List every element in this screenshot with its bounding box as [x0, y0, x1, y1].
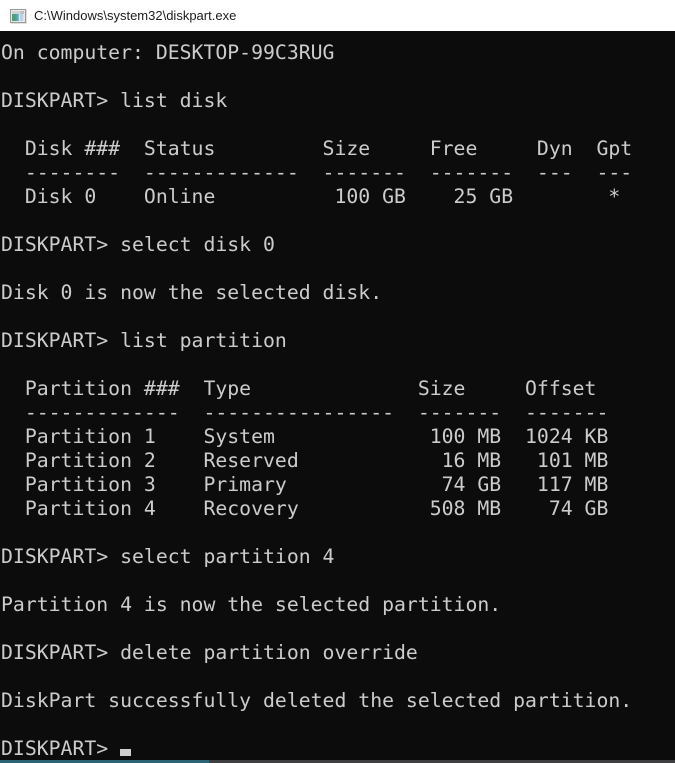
terminal-line [1, 257, 675, 281]
terminal-line: DISKPART> list partition [1, 329, 675, 353]
terminal-line: Partition 4 is now the selected partitio… [1, 593, 675, 617]
terminal-line: Partition 1 System 100 MB 1024 KB [1, 425, 675, 449]
terminal-line: -------- ------------- ------- ------- -… [1, 161, 675, 185]
console-window: C:\Windows\system32\diskpart.exe On comp… [0, 0, 675, 763]
terminal-line: DISKPART> select disk 0 [1, 233, 675, 257]
terminal-line [1, 521, 675, 545]
icon-body [12, 14, 24, 21]
terminal-line: Partition ### Type Size Offset [1, 377, 675, 401]
terminal-line: Partition 3 Primary 74 GB 117 MB [1, 473, 675, 497]
terminal-line: DISKPART> list disk [1, 89, 675, 113]
console-window-icon[interactable] [10, 9, 26, 23]
terminal-line: Disk 0 Online 100 GB 25 GB * [1, 185, 675, 209]
terminal-line [1, 713, 675, 737]
terminal-line [1, 305, 675, 329]
terminal-line [1, 209, 675, 233]
terminal-line: Partition 2 Reserved 16 MB 101 MB [1, 449, 675, 473]
text-cursor [120, 749, 131, 756]
terminal-line: DISKPART> [1, 737, 675, 761]
terminal-line: Disk ### Status Size Free Dyn Gpt [1, 137, 675, 161]
terminal-line [1, 113, 675, 137]
terminal-line: DISKPART> select partition 4 [1, 545, 675, 569]
title-bar[interactable]: C:\Windows\system32\diskpart.exe [0, 0, 675, 31]
terminal-line [1, 665, 675, 689]
terminal-line: DISKPART> delete partition override [1, 641, 675, 665]
terminal-line: On computer: DESKTOP-99C3RUG [1, 41, 675, 65]
terminal-line: Disk 0 is now the selected disk. [1, 281, 675, 305]
terminal-line [1, 353, 675, 377]
terminal-viewport[interactable]: On computer: DESKTOP-99C3RUG DISKPART> li… [0, 31, 675, 763]
terminal-line [1, 617, 675, 641]
terminal-line: Partition 4 Recovery 508 MB 74 GB [1, 497, 675, 521]
terminal-line [1, 65, 675, 89]
terminal-line [1, 569, 675, 593]
terminal-output: On computer: DESKTOP-99C3RUG DISKPART> li… [1, 41, 675, 761]
terminal-line: DiskPart successfully deleted the select… [1, 689, 675, 713]
terminal-line: ------------- ---------------- ------- -… [1, 401, 675, 425]
window-title: C:\Windows\system32\diskpart.exe [34, 8, 236, 23]
